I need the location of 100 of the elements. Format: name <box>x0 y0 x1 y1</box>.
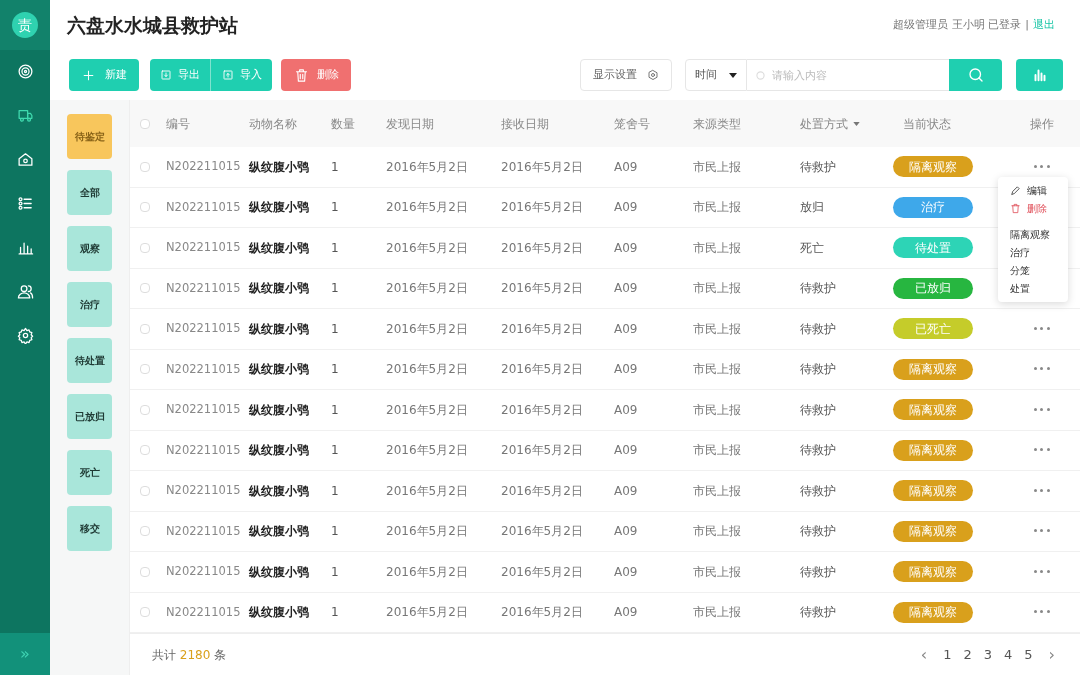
menu-item[interactable]: 删除 <box>1010 201 1056 216</box>
more-icon[interactable] <box>1033 164 1050 169</box>
more-icon[interactable] <box>1033 407 1050 412</box>
table-cell-text: 待救护 <box>800 604 837 622</box>
menu-item[interactable]: 处置 <box>1010 281 1056 296</box>
table-cell-text: 死亡 <box>800 239 825 257</box>
table-cell-text: A09 <box>614 158 639 176</box>
table-cell-text: N202211015 <box>166 279 242 297</box>
table-cell-text: 市民上报 <box>693 280 742 298</box>
checkbox[interactable] <box>140 202 150 213</box>
checkbox[interactable] <box>140 526 150 537</box>
more-icon[interactable] <box>1033 448 1050 453</box>
more-icon[interactable] <box>1033 367 1050 372</box>
filter-button[interactable]: 观察 <box>67 226 112 271</box>
menu-item[interactable]: 编辑 <box>1010 183 1056 198</box>
checkbox[interactable] <box>140 607 150 618</box>
checkbox[interactable] <box>140 485 150 496</box>
table-cell-text: 市民上报 <box>693 158 742 176</box>
menu-item[interactable]: 隔离观察 <box>1010 227 1056 242</box>
chart-button[interactable] <box>1016 59 1063 91</box>
table-cell-text: N202211015 <box>166 239 242 257</box>
page-link[interactable]: 4 <box>1004 644 1013 665</box>
total-count: 共计 2180 条 <box>152 646 227 664</box>
status-tag: 隔离观察 <box>893 399 973 421</box>
menu-item[interactable]: 治疗 <box>1010 245 1056 260</box>
table-cell-text: 2016年5月2日 <box>386 280 469 298</box>
display-settings-button[interactable]: 显示设置 <box>580 59 672 91</box>
status-tag: 隔离观察 <box>893 156 973 178</box>
more-icon[interactable] <box>1033 569 1050 574</box>
filter-button[interactable]: 待鉴定 <box>67 114 112 159</box>
checkbox[interactable] <box>140 283 150 294</box>
checkbox[interactable] <box>140 161 150 172</box>
more-icon[interactable] <box>1033 610 1050 615</box>
sort-caret-icon[interactable] <box>853 121 860 126</box>
table-cell-text: 待救护 <box>800 563 837 581</box>
filter-button[interactable]: 待处置 <box>67 338 112 383</box>
separator: | <box>1025 16 1029 33</box>
table-cell-text: 2016年5月2日 <box>501 320 584 338</box>
table-cell-text: N202211015 <box>166 198 242 216</box>
filter-button[interactable]: 治疗 <box>67 282 112 327</box>
status-tag: 待处置 <box>893 237 973 259</box>
table-cell-text: 市民上报 <box>693 523 742 541</box>
filter-button[interactable]: 全部 <box>67 170 112 215</box>
checkbox[interactable] <box>140 364 150 375</box>
prev-page-button[interactable]: ‹ <box>920 642 928 667</box>
more-icon[interactable] <box>1033 326 1050 331</box>
table-cell-text: 纵纹腹小鸮 <box>249 199 310 217</box>
checkbox[interactable] <box>140 118 150 129</box>
status-tag: 已死亡 <box>893 318 973 340</box>
page-link[interactable]: 2 <box>963 644 972 665</box>
next-page-button[interactable]: › <box>1048 642 1055 667</box>
table-cell-text: 纵纹腹小鸮 <box>249 523 310 541</box>
filter-select[interactable]: 时间 <box>685 59 747 91</box>
checkbox[interactable] <box>140 445 150 456</box>
column-header: 数量 <box>331 116 355 131</box>
table-cell-text: 2016年5月2日 <box>386 563 469 581</box>
table-cell-text: 2016年5月2日 <box>501 361 584 379</box>
plus-icon <box>81 68 95 82</box>
page-link[interactable]: 1 <box>943 644 952 665</box>
more-icon[interactable] <box>1033 529 1050 534</box>
table-cell-text: 2016年5月2日 <box>386 442 469 460</box>
column-header: 笼舍号 <box>614 116 650 131</box>
table-cell-text: A09 <box>614 199 639 217</box>
table-cell-text: 待救护 <box>800 401 837 419</box>
table-cell-text: 市民上报 <box>693 401 742 419</box>
table-cell-text: 2016年5月2日 <box>386 604 469 622</box>
page-link[interactable]: 5 <box>1024 644 1033 665</box>
table-cell-text: 1 <box>331 320 340 338</box>
checkbox[interactable] <box>140 404 150 415</box>
table-cell-text: 纵纹腹小鸮 <box>249 442 310 460</box>
filter-button[interactable]: 死亡 <box>67 450 112 495</box>
table-cell-text: 待救护 <box>800 320 837 338</box>
checkbox[interactable] <box>140 323 150 334</box>
search-field[interactable]: 请输入内容 <box>747 59 949 91</box>
table-cell-text: 2016年5月2日 <box>501 199 584 217</box>
filter-button[interactable]: 已放归 <box>67 394 112 439</box>
table-cell-text: N202211015 <box>166 158 242 176</box>
more-icon[interactable] <box>1033 488 1050 493</box>
checkbox[interactable] <box>140 566 150 577</box>
table-cell-text: 2016年5月2日 <box>386 361 469 379</box>
checkbox[interactable] <box>140 242 150 253</box>
table-cell-text: 1 <box>331 239 340 257</box>
menu-item[interactable]: 分笼 <box>1010 263 1056 278</box>
home-icon <box>16 150 34 168</box>
filter-button[interactable]: 移交 <box>67 506 112 551</box>
table-cell-text: 1 <box>331 482 340 500</box>
table-cell-text: N202211015 <box>166 320 242 338</box>
page-link[interactable]: 3 <box>983 644 993 665</box>
circle-icon <box>756 70 765 80</box>
pencil-icon <box>1010 185 1021 196</box>
table-cell-text: A09 <box>614 280 639 298</box>
logo: 责 <box>12 12 38 38</box>
list-icon <box>16 194 34 212</box>
table-cell-text: N202211015 <box>166 482 242 500</box>
table-cell-text: 2016年5月2日 <box>501 604 584 622</box>
table-cell-text: A09 <box>614 604 639 622</box>
table-cell-text: A09 <box>614 482 639 500</box>
column-header[interactable]: 处置方式 <box>800 114 848 133</box>
status-tag: 隔离观察 <box>893 358 973 380</box>
table-cell-text: 2016年5月2日 <box>501 239 584 257</box>
